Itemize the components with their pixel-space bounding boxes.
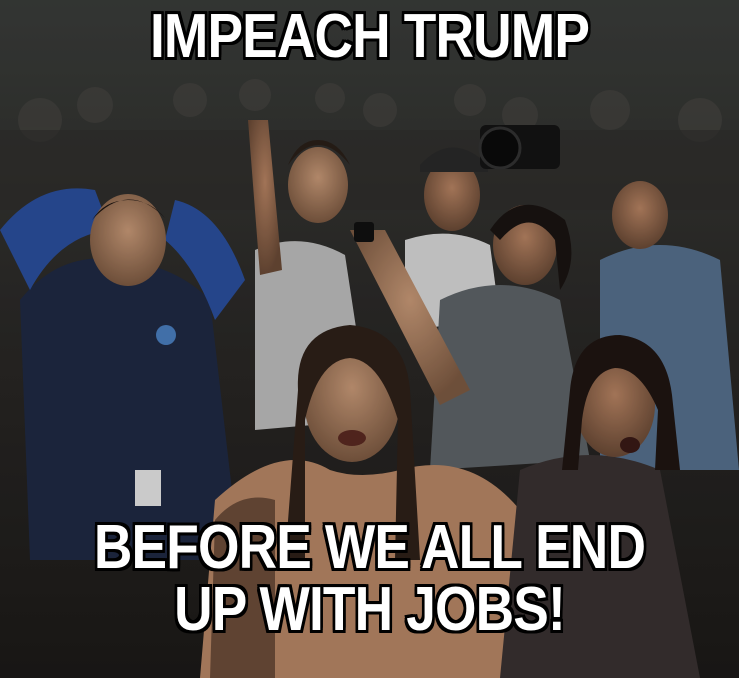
bottom-caption-line-1: BEFORE WE ALL END [93,513,646,582]
top-caption-line: IMPEACH TRUMP [149,2,590,71]
bottom-caption-line-2: UP WITH JOBS! [174,575,566,644]
top-caption: IMPEACH TRUMP [52,6,688,68]
bottom-caption: BEFORE WE ALL END UP WITH JOBS! [52,517,688,641]
meme-image: IMPEACH TRUMP BEFORE WE ALL END UP WITH … [0,0,739,678]
